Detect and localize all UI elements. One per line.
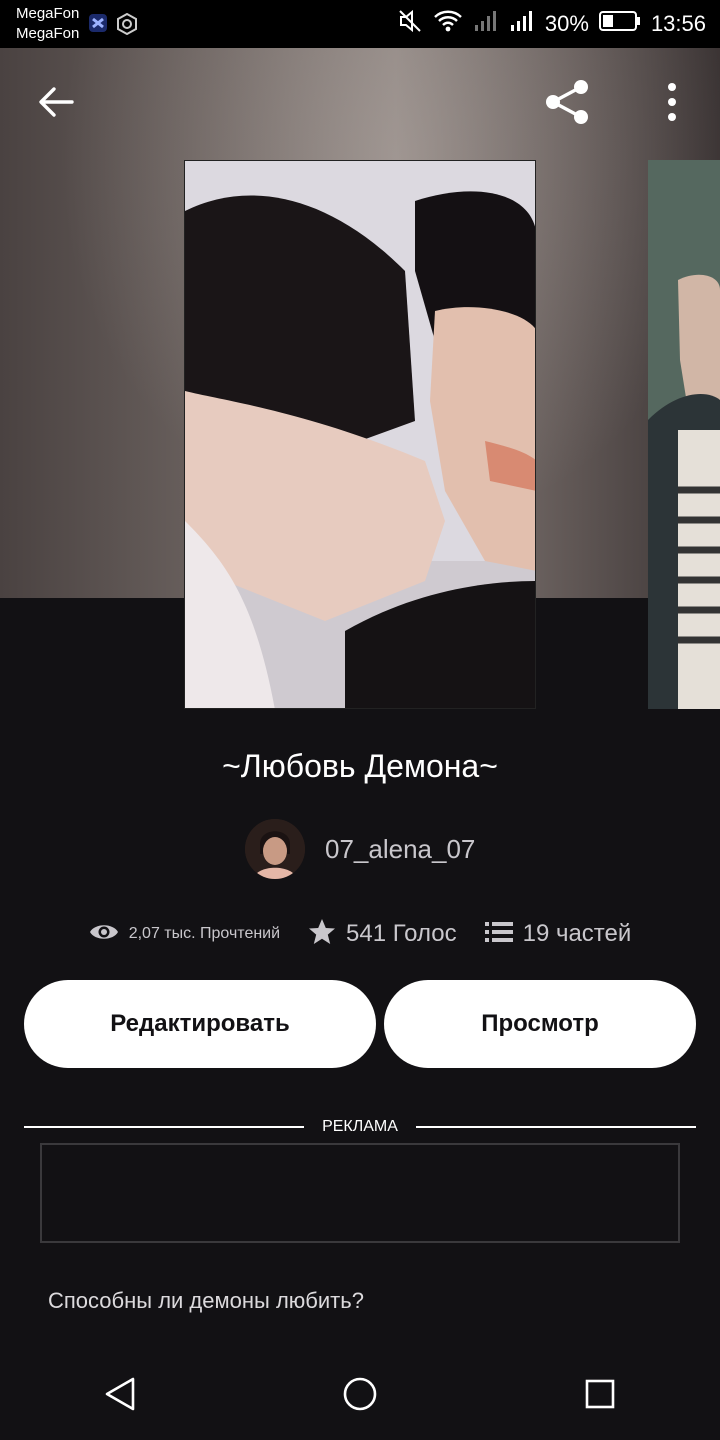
status-extra-icons xyxy=(88,12,138,40)
votes-stat: 541 Голос xyxy=(308,918,457,951)
reads-count: 2,07 тыс. Прочтений xyxy=(128,925,281,942)
nav-recents-button[interactable] xyxy=(570,1366,630,1426)
vpn-shield-icon xyxy=(116,12,138,40)
carrier-1: MegaFon xyxy=(16,5,80,22)
back-button[interactable] xyxy=(30,78,82,130)
author-row[interactable]: 07_alena_07 xyxy=(245,818,475,880)
ad-banner[interactable] xyxy=(40,1143,680,1243)
nav-home-button[interactable] xyxy=(330,1366,390,1426)
status-right: 30% 13:56 xyxy=(397,8,706,40)
story-cover[interactable] xyxy=(184,160,536,709)
home-circle-icon xyxy=(342,1376,378,1417)
story-title: ~Любовь Демона~ xyxy=(222,748,498,784)
parts-stat: 19 частей xyxy=(484,920,632,949)
ad-divider-right xyxy=(416,1126,696,1128)
wifi-icon xyxy=(433,8,463,40)
share-icon xyxy=(543,77,593,132)
reads-stat: 2,07 тыс. Прочтений xyxy=(89,921,280,948)
story-description: Способны ли демоны любить? xyxy=(48,1288,364,1313)
parts-count: 19 частей xyxy=(522,920,632,947)
story-stats: 2,07 тыс. Прочтений 541 Голос 19 частей xyxy=(0,912,720,956)
more-vertical-icon xyxy=(666,82,678,127)
next-story-cover[interactable] xyxy=(648,160,720,709)
carrier-2: MegaFon xyxy=(16,25,80,42)
recents-square-icon xyxy=(584,1378,616,1415)
eye-icon xyxy=(89,921,119,948)
view-button[interactable]: Просмотр xyxy=(384,980,696,1068)
battery-percent: 30% xyxy=(544,11,589,36)
edit-button[interactable]: Редактировать xyxy=(24,980,376,1068)
votes-count: 541 Голос xyxy=(346,920,457,947)
next-cover-image xyxy=(648,160,720,709)
system-navbar xyxy=(0,1352,720,1440)
signal-icon xyxy=(473,9,499,39)
battery-icon xyxy=(598,10,641,38)
nav-back-button[interactable] xyxy=(90,1366,150,1426)
signal-icon-2 xyxy=(509,9,535,39)
app-notification-icon xyxy=(88,13,108,40)
status-bar: MegaFon MegaFon 30% 13:56 xyxy=(0,0,720,48)
star-icon xyxy=(308,918,336,951)
avatar[interactable] xyxy=(245,819,305,879)
mute-icon xyxy=(397,8,423,40)
list-icon xyxy=(484,920,513,949)
clock: 13:56 xyxy=(650,11,706,36)
author-name[interactable]: 07_alena_07 xyxy=(325,834,475,865)
arrow-left-icon xyxy=(36,82,76,127)
back-triangle-icon xyxy=(103,1376,137,1417)
cover-image xyxy=(185,161,535,708)
carrier-info: MegaFon MegaFon xyxy=(16,4,79,44)
share-button[interactable] xyxy=(542,78,594,130)
more-menu-button[interactable] xyxy=(646,78,698,130)
